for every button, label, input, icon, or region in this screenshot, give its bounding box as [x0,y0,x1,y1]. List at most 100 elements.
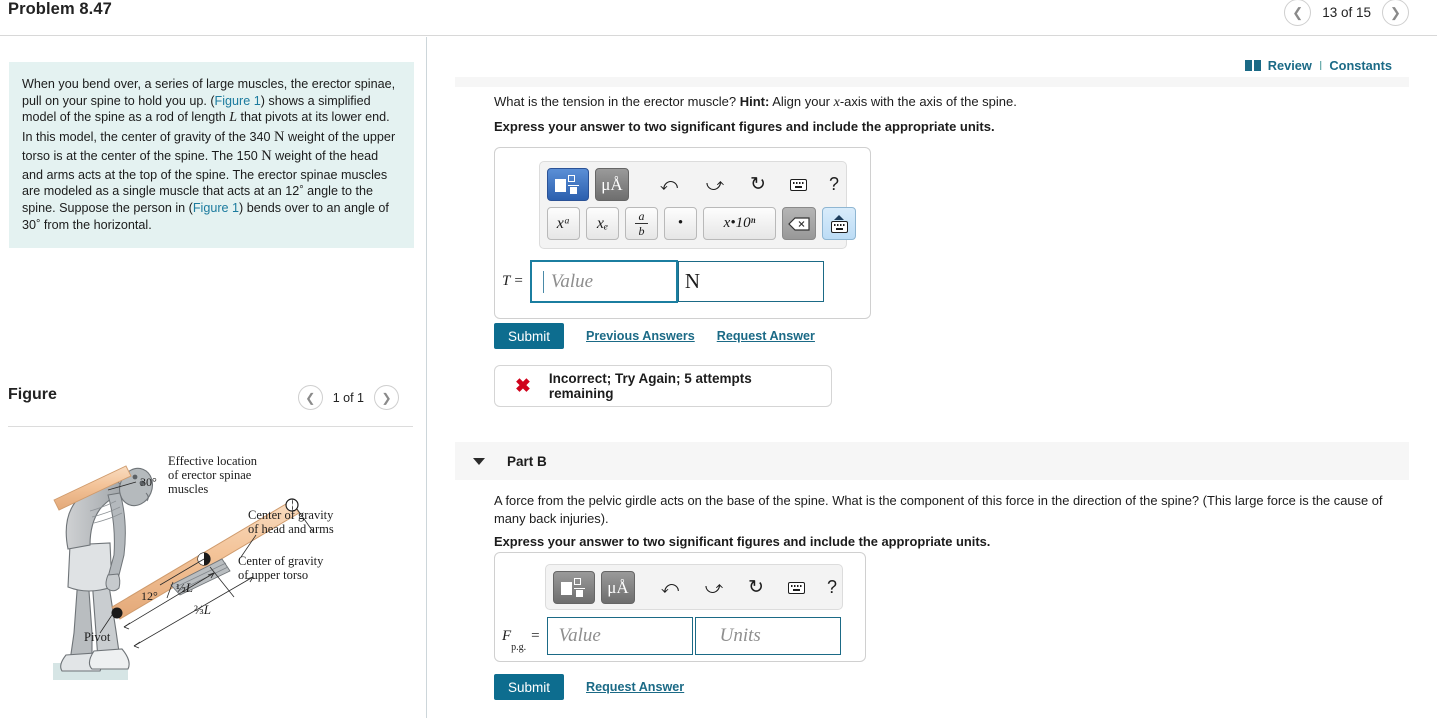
dot-button[interactable]: • [664,207,697,240]
part-b-label: Part B [507,453,547,469]
pivot-label: Pivot [84,630,111,644]
redo-icon-b[interactable]: ⤻ [695,571,733,604]
part-b-submit-button[interactable]: Submit [494,674,564,700]
problem-pager: ❮ 13 of 15 ❯ [1284,0,1409,26]
question-pre: What is the tension in the erector muscl… [494,94,740,109]
problem-statement: When you bend over, a series of large mu… [9,62,414,248]
effective-location-label: Effective location of erector spinae mus… [168,454,260,496]
part-a-math-toolbar: μÅ ⤺ ⤻ ↻ ? xᵃ xₑ a b • x•10ⁿ [539,161,856,249]
template-glyph-b [561,577,587,598]
keyboard-icon-b[interactable] [779,571,813,604]
prev-problem-button[interactable]: ❮ [1284,0,1312,26]
cg-upper-torso-label: Center of gravity of upper torso [238,554,327,582]
math-template-icon[interactable] [547,168,589,201]
question-post-2: -axis with the axis of the spine. [839,94,1017,109]
fraction-button[interactable]: a b [625,207,658,240]
part-a-strip [455,77,1409,87]
part-b-equals: = [531,627,540,644]
angle-30-label: 30° [140,475,157,489]
part-b-equation-label: F [502,627,512,644]
subscript-button[interactable]: xₑ [586,207,619,240]
book-icon [1244,60,1261,71]
symbol-L: L [229,110,238,126]
request-answer-link-a[interactable]: Request Answer [717,329,815,343]
undo-icon-b[interactable]: ⤺ [651,571,689,604]
part-a-answer-card: μÅ ⤺ ⤻ ↻ ? xᵃ xₑ a b • x•10ⁿ T = Value N [494,147,871,319]
question-post-1: Align your [769,94,834,109]
part-a-equation-label: T [502,273,511,289]
problem-page: Problem 8.47 ❮ 13 of 15 ❯ When you bend … [0,0,1437,718]
figure-1-link-a[interactable]: Figure 1 [215,94,261,108]
part-b-equation-subscript: p.g. [511,642,527,653]
part-a-feedback: ✖ Incorrect; Try Again; 5 attempts remai… [494,365,832,407]
top-bar: Problem 8.47 ❮ 13 of 15 ❯ [0,0,1437,36]
part-a-express: Express your answer to two significant f… [494,119,995,134]
part-b-math-toolbar: μÅ ⤺ ⤻ ↻ ? [545,564,843,610]
part-b-actions: Submit Request Answer [494,674,684,700]
review-constants[interactable]: Review I Constants [1244,58,1392,73]
two-thirds-L-label: ⅔L [194,602,211,617]
redo-icon[interactable]: ⤻ [695,168,735,201]
keyboard-toggle-kbd [830,220,848,233]
part-b-value-placeholder: Value [558,625,601,646]
units-button-b[interactable]: μÅ [601,571,635,604]
feedback-text: Incorrect; Try Again; 5 attempts remaini… [548,371,752,401]
scientific-notation-button[interactable]: x•10ⁿ [703,207,776,240]
help-icon-b[interactable]: ? [819,571,845,604]
figure-1-link-b[interactable]: Figure 1 [193,201,239,215]
hint-label: Hint: [739,94,770,109]
backspace-icon[interactable] [782,207,816,240]
spine-model-diagram: 30° 12° ½L ⅔L Effective location of erec… [53,454,337,680]
left-panel: When you bend over, a series of large mu… [0,37,427,718]
reset-icon[interactable]: ↻ [741,168,775,201]
next-problem-button[interactable]: ❯ [1382,0,1409,26]
page-title: Problem 8.47 [8,0,112,18]
main-content: Review I Constants What is the tension i… [428,37,1437,718]
prev-figure-button[interactable]: ❮ [297,385,323,410]
keyboard-toggle-caret [834,214,844,220]
unit-newton-1: N [274,129,285,146]
template-glyph [555,174,581,195]
part-b-value-input[interactable]: Value [546,617,693,655]
part-a-submit-button[interactable]: Submit [494,323,564,349]
part-a-units-value: N [684,269,700,293]
unit-newton-2: N [261,148,272,165]
reset-icon-b[interactable]: ↻ [739,571,773,604]
figure-diagram[interactable]: 30° 12° ½L ⅔L Effective location of erec… [8,437,420,718]
fraction-numerator: a [638,209,645,223]
next-figure-button[interactable]: ❯ [374,385,399,410]
constants-link[interactable]: Constants [1329,58,1392,73]
review-link[interactable]: Review [1268,58,1312,73]
help-icon[interactable]: ? [821,168,847,201]
fraction-denominator: b [638,224,645,238]
intro-text-8: from the horizontal. [40,217,152,232]
part-b-units-placeholder: Units [719,625,761,646]
problem-pager-label: 13 of 15 [1322,5,1371,20]
math-template-icon-b[interactable] [553,571,595,604]
part-b-header[interactable]: Part B [455,442,1409,480]
part-a-equals: = [514,273,523,289]
undo-icon[interactable]: ⤺ [649,168,689,201]
cg-head-arms-label: Center of gravity of head and arms [248,508,337,536]
part-b-answer-card: μÅ ⤺ ⤻ ↻ ? F p.g. = Value Units [494,552,866,662]
half-L-label: ½L [176,580,193,595]
part-b-group: μÅ ⤺ ⤻ ↻ ? F p.g. = Value Units Submit R… [428,552,1437,718]
keyboard-toggle-icon[interactable] [822,207,856,240]
part-a-value-input[interactable]: Value [529,260,678,303]
part-a-question: What is the tension in the erector muscl… [494,93,1394,113]
review-separator: I [1318,58,1323,73]
part-b-equation-row: F p.g. = Value Units [502,617,841,655]
figure-pager-label: 1 of 1 [332,390,364,405]
part-a-units-input[interactable]: N [677,261,824,302]
keyboard-icon[interactable] [781,168,815,201]
previous-answers-link[interactable]: Previous Answers [586,329,695,343]
text-caret [542,270,544,293]
part-b-units-input[interactable]: Units [694,617,841,655]
request-answer-link-b[interactable]: Request Answer [586,680,684,694]
angle-12-label: 12° [141,589,158,603]
part-b-question: A force from the pelvic girdle acts on t… [494,493,1383,527]
part-a-actions: Submit Previous Answers Request Answer [494,323,815,349]
caret-down-icon[interactable] [473,457,485,465]
units-button[interactable]: μÅ [595,168,629,201]
superscript-button[interactable]: xᵃ [547,207,580,240]
